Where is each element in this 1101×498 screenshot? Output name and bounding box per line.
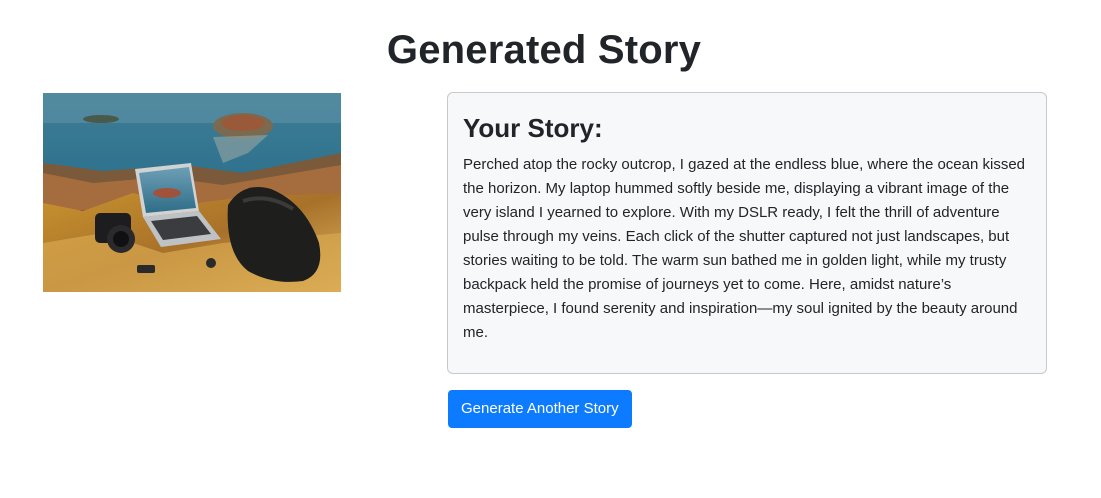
generate-another-story-button[interactable]: Generate Another Story xyxy=(448,390,632,428)
story-heading: Your Story: xyxy=(463,113,603,143)
page-title: Generated Story xyxy=(386,28,702,72)
story-photo xyxy=(43,93,341,292)
story-text: Perched atop the rocky outcrop, I gazed … xyxy=(463,156,1026,341)
story-card: Your Story: Perched atop the rocky outcr… xyxy=(447,92,1047,374)
